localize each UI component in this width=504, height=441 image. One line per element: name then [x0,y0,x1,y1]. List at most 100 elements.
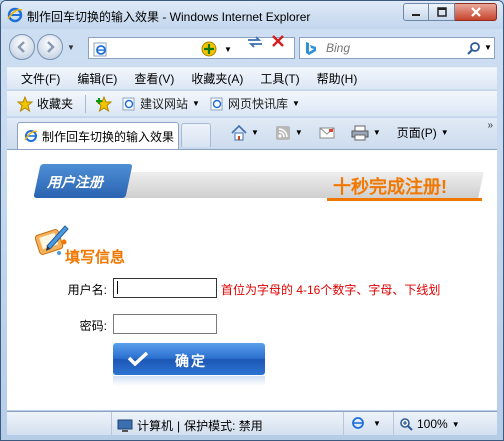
username-label: 用户名: [67,283,107,297]
web-slice-gallery-label: 网页快讯库 [227,97,288,111]
section-header: 填写信息 [35,222,155,266]
forward-arrow-icon [47,41,55,53]
feeds-button[interactable]: ▼ [275,125,303,141]
address-row: ▼ ▼ Bing ▼ [1,31,503,65]
web-slice-gallery-link[interactable]: 网页快讯库 ▼ [210,95,300,112]
password-row: 密码: [7,314,497,334]
mail-icon [319,127,335,138]
computer-icon [117,419,133,432]
password-label: 密码: [79,319,107,333]
status-dropdown-icon[interactable]: ▼ [373,419,381,428]
ie-logo-icon [7,7,23,23]
page-menu-label: 页面(P) [396,126,437,140]
new-tab-button[interactable] [181,123,211,147]
add-favorite-button[interactable] [96,95,113,112]
ie-page-icon [210,97,223,110]
command-bar: ▼ ▼ ▼ 页面(P) ▼ [231,124,465,141]
minimize-button[interactable] [403,3,429,21]
browser-window: 制作回车切换的输入效果 - Windows Internet Explorer … [0,0,504,441]
forward-button[interactable] [37,34,63,60]
compatibility-icon[interactable] [200,40,218,58]
favorites-label: 收藏夹 [37,97,74,111]
title-bar: 制作回车切换的输入效果 - Windows Internet Explorer [1,1,503,29]
close-icon [470,7,481,17]
page-menu[interactable]: 页面(P) ▼ [397,124,449,141]
banner-underline [327,198,482,201]
submit-reflection [113,376,265,386]
status-divider [111,412,112,436]
zoom-control[interactable]: 100% ▼ [399,417,460,431]
feeds-dropdown-icon[interactable]: ▼ [295,128,303,137]
menu-favorites[interactable]: 收藏夹(A) [191,70,243,87]
security-zone[interactable]: 计算机 | 保护模式: 禁用 [117,417,263,434]
status-tools: ▼ [351,416,381,430]
suggested-sites-dropdown-icon[interactable]: ▼ [192,99,200,108]
suggested-sites-label: 建议网站 [140,97,189,111]
bing-icon [306,42,316,55]
status-divider [393,412,394,436]
page-dropdown-icon: ▼ [440,128,449,137]
tab-row: 制作回车切换的输入效果 ▼ ▼ ▼ 页面(P) ▼ » [7,117,497,149]
print-button[interactable]: ▼ [351,125,381,141]
text-caret [117,281,118,294]
protected-mode-icon[interactable] [351,416,365,430]
tab-label: 制作回车切换的输入效果 [42,129,175,144]
menu-file[interactable]: 文件(F) [21,70,60,87]
zoom-level: 100% [417,417,448,431]
favorites-button[interactable]: 收藏夹 [17,95,73,112]
window-controls [403,3,497,21]
back-arrow-icon [17,41,25,53]
tab-ie-icon [24,130,38,142]
search-options-icon[interactable]: ▼ [484,43,492,52]
favorites-bar: 收藏夹 建议网站 ▼ 网页快讯库 ▼ [7,90,497,116]
print-dropdown-icon[interactable]: ▼ [373,128,381,137]
password-field[interactable] [113,314,217,334]
favorites-star-icon [17,95,33,112]
banner-tab-title: 用户注册 [47,174,103,190]
search-box[interactable]: Bing ▼ [299,37,495,59]
zone-separator: | [177,418,181,433]
read-mail-button[interactable] [319,126,335,140]
suggested-sites-link[interactable]: 建议网站 ▼ [122,95,200,112]
submit-button[interactable]: 确定 [113,343,265,375]
protected-mode-label: 保护模式: 禁用 [184,419,263,433]
more-commands-icon[interactable]: » [487,120,493,131]
rss-feed-icon [275,125,290,140]
status-divider [343,412,344,436]
username-hint: 首位为字母的 4-16个数字、字母、下线划 [221,283,441,297]
section-title: 填写信息 [65,249,126,266]
maximize-button[interactable] [429,3,455,21]
close-button[interactable] [455,3,497,21]
username-field[interactable] [113,278,217,298]
zoom-dropdown-icon: ▼ [451,419,460,429]
submit-label: 确定 [175,353,207,369]
refresh-icon[interactable] [246,35,264,49]
page-ie-icon [93,42,107,57]
search-icon[interactable] [467,41,481,55]
back-button[interactable] [9,34,35,60]
username-row: 用户名: 首位为字母的 4-16个数字、字母、下线划 [7,278,497,298]
ie-page-icon [122,97,135,110]
menu-view[interactable]: 查看(V) [134,70,174,87]
checkmark-icon [127,352,149,366]
menu-bar: 文件(F) 编辑(E) 查看(V) 收藏夹(A) 工具(T) 帮助(H) [7,67,497,89]
minimize-icon [412,14,420,16]
web-slice-dropdown-icon[interactable]: ▼ [292,99,300,108]
search-placeholder: Bing [326,41,351,55]
tab-active[interactable]: 制作回车切换的输入效果 [17,122,179,149]
stop-icon[interactable] [271,34,285,48]
menu-tools[interactable]: 工具(T) [260,70,299,87]
menu-edit[interactable]: 编辑(E) [77,70,117,87]
menu-help[interactable]: 帮助(H) [317,70,358,87]
history-dropdown-icon[interactable]: ▼ [67,43,75,52]
address-dropdown-icon[interactable]: ▼ [224,45,232,54]
zoom-icon [400,418,413,431]
home-dropdown-icon[interactable]: ▼ [251,128,259,137]
pencil-notepad-icon [35,225,69,255]
address-actions: ▼ [200,40,232,58]
add-favorite-icon [96,95,113,112]
home-button[interactable]: ▼ [231,124,259,141]
favorites-separator [85,94,87,113]
zone-label: 计算机 [137,419,174,433]
window-title: 制作回车切换的输入效果 - Windows Internet Explorer [27,10,311,24]
